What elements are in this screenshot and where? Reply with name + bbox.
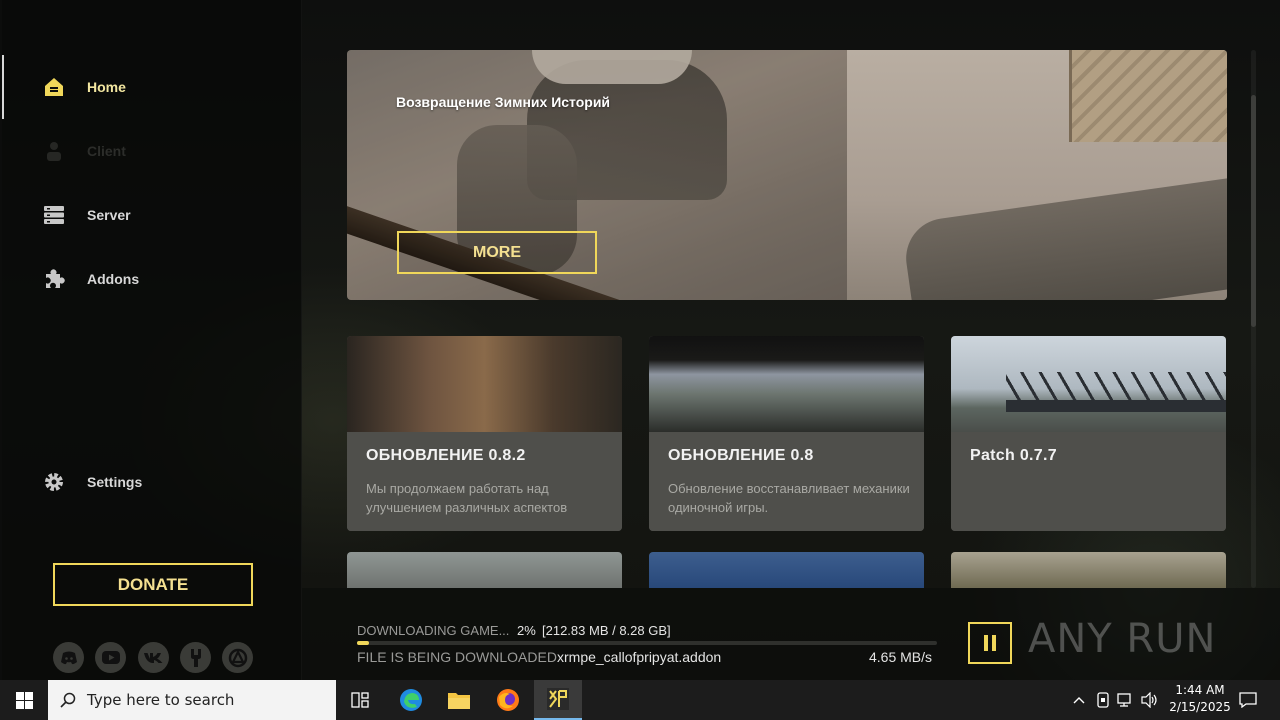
- news-card[interactable]: ОБНОВЛЕНИЕ 0.8 Обновление восстанавливае…: [649, 336, 924, 531]
- taskbar-clock[interactable]: 1:44 AM 2/15/2025: [1160, 682, 1240, 716]
- news-thumbnail: [347, 336, 622, 432]
- windows-icon: [15, 691, 33, 709]
- sidebar-item-addons[interactable]: Addons: [0, 259, 300, 299]
- xrmpe-launcher-icon[interactable]: [534, 680, 582, 720]
- news-thumbnail: [649, 336, 924, 432]
- edge-icon[interactable]: [389, 680, 433, 720]
- sidebar-item-server[interactable]: Server: [0, 195, 300, 235]
- hero-title: Возвращение Зимних Историй: [396, 94, 611, 110]
- anyrun-watermark: ANY RUN: [1028, 612, 1230, 666]
- taskbar: Type here to search 1:44 AM 2/15/2025: [0, 680, 1280, 720]
- network-icon[interactable]: [1117, 690, 1135, 710]
- taskbar-search[interactable]: Type here to search: [48, 680, 336, 720]
- download-size: [212.83 MB / 8.28 GB]: [542, 623, 671, 638]
- notification-icon[interactable]: [1239, 690, 1257, 710]
- volume-icon[interactable]: [1141, 690, 1159, 710]
- task-view-icon[interactable]: [338, 680, 382, 720]
- hero-banner: Возвращение Зимних Историй MORE: [347, 50, 1227, 300]
- home-icon: [43, 76, 65, 98]
- start-button[interactable]: [0, 680, 48, 720]
- sidebar-item-client[interactable]: Client: [0, 131, 300, 171]
- file-status: FILE IS BEING DOWNLOADED: [357, 649, 557, 665]
- server-icon: [43, 204, 65, 226]
- youtube-icon[interactable]: [95, 642, 126, 673]
- news-title: ОБНОВЛЕНИЕ 0.8.2: [366, 447, 526, 464]
- news-card[interactable]: ОБНОВЛЕНИЕ 0.8.2 Мы продолжаем работать …: [347, 336, 622, 531]
- clock-time: 1:44 AM: [1175, 683, 1225, 697]
- sidebar-item-label: Client: [87, 143, 126, 159]
- donate-button[interactable]: DONATE: [53, 563, 253, 606]
- tools-icon[interactable]: [180, 642, 211, 673]
- download-percent: 2%: [517, 623, 536, 638]
- sidebar-item-label: Addons: [87, 271, 140, 287]
- more-button[interactable]: MORE: [397, 231, 597, 274]
- download-progress-fill: [357, 641, 369, 645]
- pause-icon: [982, 634, 998, 652]
- sidebar-item-label: Server: [87, 207, 131, 223]
- news-description: Обновление восстанавливает механики один…: [668, 481, 910, 515]
- firefox-icon[interactable]: [486, 680, 530, 720]
- settings-label: Settings: [87, 474, 143, 490]
- news-card-partial[interactable]: [347, 552, 622, 588]
- chevron-up-icon[interactable]: [1070, 690, 1088, 710]
- sidebar-item-home[interactable]: Home: [0, 67, 300, 107]
- file-name: xrmpe_callofpripyat.addon: [557, 649, 722, 665]
- sidebar-item-settings[interactable]: Settings: [0, 462, 300, 502]
- clock-date: 2/15/2025: [1169, 700, 1231, 714]
- watermark-text: ANY RUN: [1028, 616, 1217, 662]
- news-thumbnail: [951, 336, 1226, 432]
- news-description: Мы продолжаем работать над улучшением ра…: [366, 481, 568, 515]
- news-card-partial[interactable]: [649, 552, 924, 588]
- news-card[interactable]: Patch 0.7.7: [951, 336, 1226, 531]
- search-icon: [60, 692, 76, 708]
- device-icon[interactable]: [1094, 690, 1112, 710]
- scrollbar-thumb[interactable]: [1251, 95, 1256, 327]
- puzzle-icon: [43, 268, 65, 290]
- sidebar: Home Client Server Addons Settings DONAT…: [0, 0, 302, 680]
- pause-button[interactable]: [968, 622, 1012, 664]
- gear-icon: [43, 471, 65, 493]
- vk-icon[interactable]: [138, 642, 169, 673]
- news-card-partial[interactable]: [951, 552, 1226, 588]
- news-title: ОБНОВЛЕНИЕ 0.8: [668, 447, 814, 464]
- news-title: Patch 0.7.7: [970, 447, 1057, 464]
- bridge-image: [1006, 372, 1226, 412]
- download-progress-bar: [357, 641, 937, 645]
- file-explorer-icon[interactable]: [437, 680, 481, 720]
- download-status: DOWNLOADING GAME...: [357, 623, 510, 638]
- user-icon: [43, 140, 65, 162]
- discord-icon[interactable]: [53, 642, 84, 673]
- hero-image-crate: [1069, 50, 1227, 142]
- search-placeholder: Type here to search: [87, 691, 235, 709]
- download-speed: 4.65 MB/s: [869, 649, 933, 665]
- anomaly-icon[interactable]: [222, 642, 253, 673]
- sidebar-item-label: Home: [87, 79, 126, 95]
